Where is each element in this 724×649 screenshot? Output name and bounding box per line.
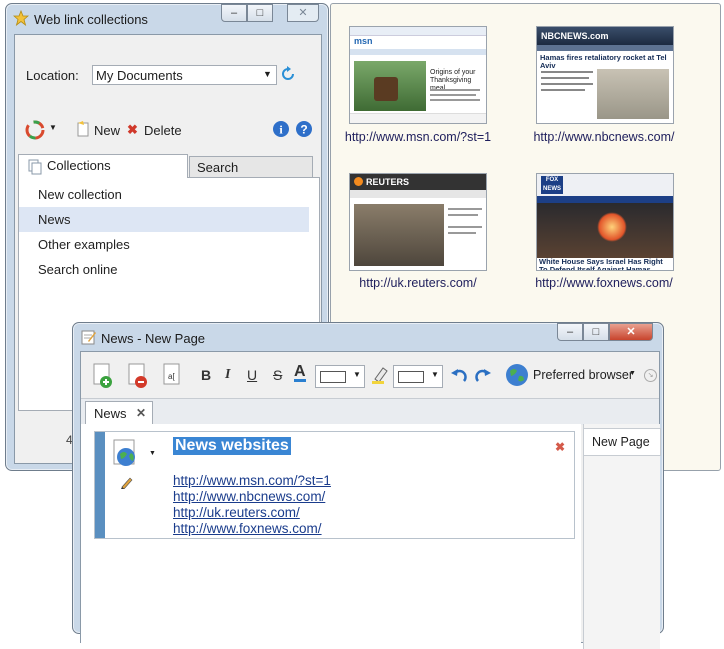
site-logo: REUTERS [366,177,410,187]
new-button[interactable]: New [94,123,120,138]
chevron-down-icon[interactable]: ▼ [629,370,636,377]
new-icon [75,121,91,137]
link-list: http://www.msn.com/?st=1 http://www.nbcn… [173,473,473,537]
note-link[interactable]: http://www.msn.com/?st=1 [173,473,331,488]
chevron-down-icon: ▼ [353,370,361,379]
location-select[interactable]: My Documents ▼ [92,65,277,85]
list-item[interactable]: Search online [19,257,309,282]
undo-icon[interactable] [449,365,469,385]
thumb-headline: Hamas fires retaliatory rocket at Tel Av… [540,53,667,70]
help-icon[interactable]: ? [295,120,313,138]
chevron-down-icon: ▼ [263,69,272,79]
reuters-logo-icon [354,177,363,186]
note-heading[interactable]: News websites [173,437,291,455]
note-link[interactable]: http://www.nbcnews.com/ [173,489,325,504]
thumb-url[interactable]: http://www.msn.com/?st=1 [333,130,503,144]
tab-search-label: Search [197,160,239,175]
thumb-url[interactable]: http://uk.reuters.com/ [333,276,503,290]
page-tab-strip: News ✕ [81,398,659,426]
delete-note-icon[interactable]: ✖ [555,440,565,454]
location-value: My Documents [96,68,183,83]
thumbnail-reuters[interactable]: REUTERS [349,173,487,271]
strikethrough-button[interactable]: S [273,367,282,383]
note-accent-bar [95,432,105,538]
delete-button[interactable]: Delete [144,123,182,138]
font-color-picker[interactable]: ▼ [315,365,365,388]
chevron-down-icon: ▼ [431,370,439,379]
note-icon [80,329,96,345]
list-item[interactable]: Other examples [19,232,309,257]
tab-collections-label: Collections [47,158,111,173]
font-color-button[interactable]: A [294,364,306,382]
highlight-color-picker[interactable]: ▼ [393,365,443,388]
svg-text:?: ? [300,123,307,137]
star-icon [13,10,29,26]
window-title: News - New Page [101,331,206,346]
expand-icon[interactable]: ↘ [644,369,657,382]
remove-page-icon[interactable] [127,363,149,389]
note-editor-body: a[ B I U S A ▼ ▼ Preferred browser ▼ ↘ N… [80,351,661,649]
tab-news[interactable]: News ✕ [85,401,153,426]
add-page-icon[interactable] [92,363,114,389]
bold-button[interactable]: B [201,367,211,383]
rename-page-icon[interactable]: a[ [162,363,184,389]
delete-icon: ✖ [127,122,138,137]
preferred-browser-button[interactable]: Preferred browser [533,368,633,382]
close-button[interactable]: ✕ [287,4,319,22]
browse-globe-icon[interactable] [112,439,142,469]
thumb-url[interactable]: http://www.foxnews.com/ [519,276,689,290]
globe-icon[interactable] [505,363,529,387]
tab-collections[interactable]: Collections [18,154,188,178]
underline-button[interactable]: U [247,367,257,383]
close-tab-icon[interactable]: ✕ [136,406,146,420]
page-content: ▼ News websites ✖ http://www.msn.com/?st… [81,424,581,649]
italic-button[interactable]: I [225,367,230,383]
note-editor-window: News - New Page – □ ✕ a[ B I U S A ▼ ▼ P… [72,322,664,649]
refresh-icon[interactable] [280,66,296,82]
thumbnail-foxnews[interactable]: FOX NEWS White House Says Israel Has Rig… [536,173,674,271]
svg-text:a[: a[ [168,372,175,381]
minimize-button[interactable]: – [221,4,247,22]
maximize-button[interactable]: □ [247,4,273,22]
site-logo: FOX NEWS [541,176,563,194]
sidebar-item-label: New Page [592,435,650,449]
tab-news-label: News [94,406,127,421]
site-logo: msn [354,36,373,46]
window-title: Web link collections [34,12,148,27]
info-icon[interactable]: i [272,120,290,138]
list-item[interactable]: New collection [19,182,309,207]
thumbnail-nbcnews[interactable]: NBCNEWS.com Hamas fires retaliatory rock… [536,26,674,124]
thumb-url[interactable]: http://www.nbcnews.com/ [519,130,689,144]
close-button[interactable]: ✕ [609,323,653,341]
site-logo: NBCNEWS.com [541,31,609,41]
note-link[interactable]: http://www.foxnews.com/ [173,521,322,536]
pages-icon [27,159,43,175]
highlighter-icon[interactable] [370,365,390,385]
thumbnail-msn[interactable]: msn Origins of your Thanksgiving meal [349,26,487,124]
maximize-button[interactable]: □ [583,323,609,341]
redo-icon[interactable] [473,365,493,385]
minimize-button[interactable]: – [557,323,583,341]
sidebar-item-new-page[interactable]: New Page [584,428,661,456]
chevron-down-icon[interactable]: ▼ [49,123,57,132]
note-link[interactable]: http://uk.reuters.com/ [173,505,300,520]
location-label: Location: [26,68,79,83]
chevron-down-icon[interactable]: ▼ [149,450,156,457]
pages-sidebar: New Page [583,424,661,649]
note-card: ▼ News websites ✖ http://www.msn.com/?st… [94,431,575,539]
pencil-icon[interactable] [120,475,134,489]
list-item-selected[interactable]: News [19,207,309,232]
collections-menu-icon[interactable] [24,119,46,141]
thumb-headline: White House Says Israel Has Right To Def… [539,257,663,271]
